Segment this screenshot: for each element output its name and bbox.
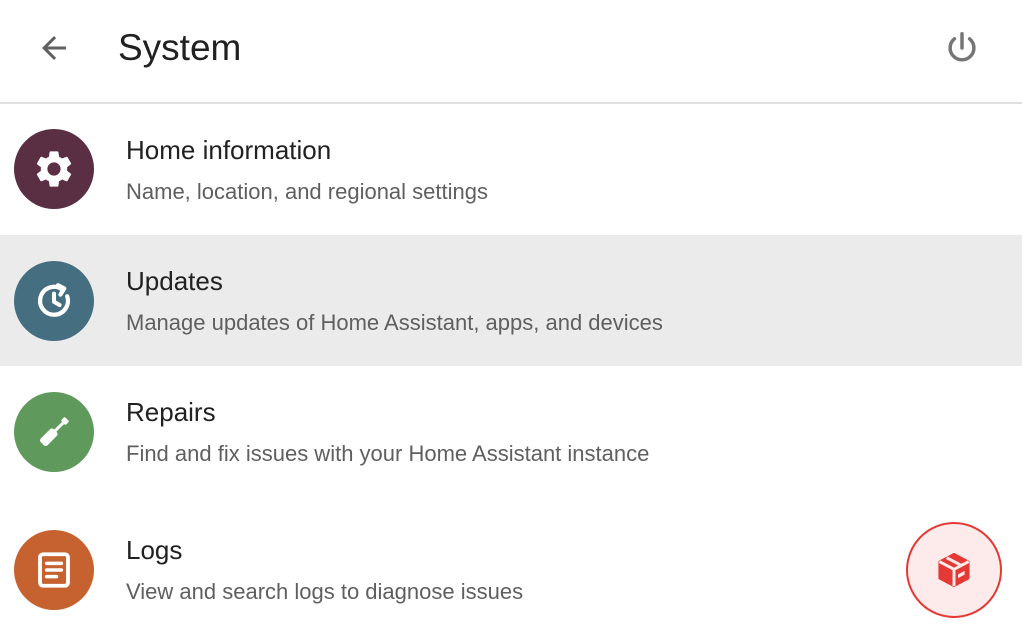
list-item-logs[interactable]: Logs View and search logs to diagnose is… — [0, 501, 1022, 630]
gear-icon — [36, 151, 72, 187]
power-button[interactable] — [938, 24, 986, 72]
updates-icon-badge — [14, 261, 94, 341]
list-item-home-information[interactable]: Home information Name, location, and reg… — [0, 104, 1022, 235]
arrow-left-icon — [42, 36, 66, 60]
home-information-icon-badge — [14, 129, 94, 209]
package-fab-button[interactable] — [906, 522, 1002, 618]
log-document-icon — [38, 552, 70, 588]
repairs-icon-badge — [14, 392, 94, 472]
top-app-bar: System — [0, 0, 1022, 104]
screwdriver-icon — [40, 417, 69, 446]
back-button[interactable] — [30, 24, 78, 72]
item-subtitle: Manage updates of Home Assistant, apps, … — [126, 310, 663, 335]
list-item-repairs[interactable]: Repairs Find and fix issues with your Ho… — [0, 366, 1022, 501]
logs-icon-badge — [14, 530, 94, 610]
list-item-updates[interactable]: Updates Manage updates of Home Assistant… — [0, 235, 1022, 366]
power-icon — [948, 32, 976, 62]
item-subtitle: Name, location, and regional settings — [126, 179, 488, 204]
item-title: Updates — [126, 266, 223, 296]
update-clock-icon — [37, 283, 70, 317]
item-subtitle: Find and fix issues with your Home Assis… — [126, 441, 650, 466]
package-icon — [938, 552, 970, 588]
item-title: Home information — [126, 135, 332, 165]
page-title: System — [118, 27, 242, 68]
item-subtitle: View and search logs to diagnose issues — [126, 579, 524, 604]
item-title: Repairs — [126, 397, 216, 427]
item-title: Logs — [126, 535, 183, 565]
